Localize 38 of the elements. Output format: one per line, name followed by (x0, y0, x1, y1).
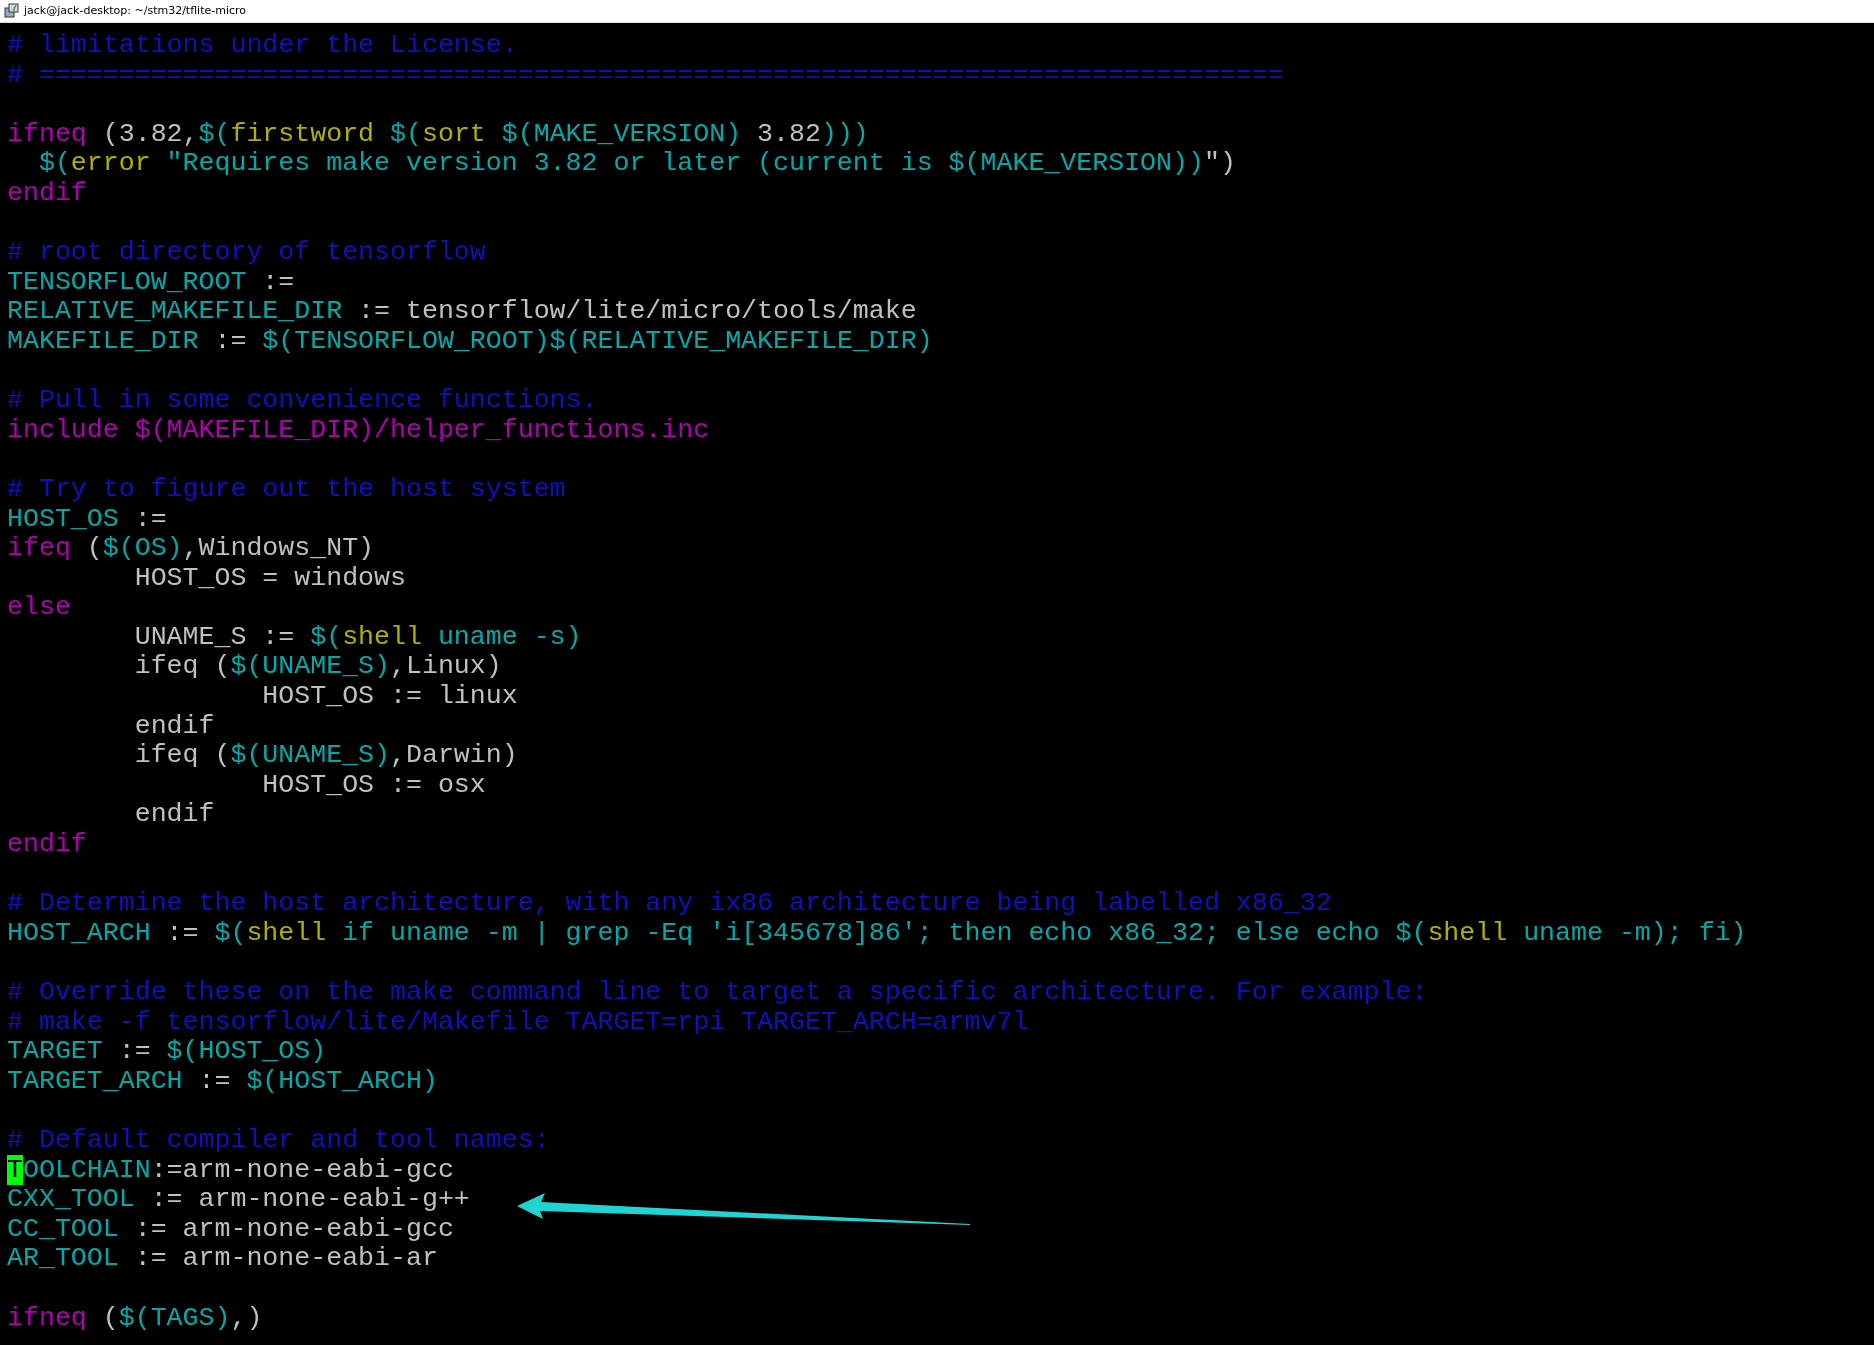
code-line: # root directory of tensorflow (7, 238, 486, 268)
code-line: ifeq ($(UNAME_S),Darwin) (133, 741, 518, 771)
code-line: HOST_OS := (7, 504, 167, 535)
terminal-app-icon (4, 3, 20, 19)
code-line: ifneq ($(TAGS),) (7, 1303, 263, 1334)
code-line: TARGET_ARCH := $(HOST_ARCH) (7, 1066, 438, 1097)
code-line: # make -f tensorflow/lite/Makefile TARGET=rpi TARGET_ARCH=armv7l (7, 1007, 1029, 1038)
code-line: endif (133, 800, 215, 831)
code-line: endif (7, 830, 87, 860)
code-line: # Default compiler and tool names: (7, 1125, 550, 1156)
code-line: include $(MAKEFILE_DIR)/helper_functions.inc (7, 415, 710, 446)
code-line: HOST_OS = windows (133, 563, 406, 594)
code-line: ifeq ($(OS),Windows_NT) (7, 534, 375, 564)
code-line: ifneq (3.82,$(firstword $(sort $(MAKE_VERSION) 3.82))) (7, 119, 869, 150)
code-line: ifeq ($(UNAME_S),Linux) (133, 652, 502, 683)
code-line: HOST_OS := linux (261, 682, 518, 712)
code-line: # Determine the host architecture, with any ix86 architecture being labelled x86_32 (7, 889, 1332, 919)
code-line: CC_TOOL := arm-none-eabi-gcc (7, 1214, 454, 1245)
code-line: endif (7, 178, 87, 209)
code-line: # Try to figure out the host system (7, 474, 566, 505)
code-line: endif (133, 711, 215, 742)
code-line: else (7, 593, 71, 623)
code-line: # Pull in some convenience functions. (7, 386, 598, 416)
code-line: CXX_TOOL := arm-none-eabi-g++ (7, 1185, 470, 1215)
code-line: # limitations under the License. (7, 31, 518, 61)
code-line: MAKEFILE_DIR := $(TENSORFLOW_ROOT)$(RELATIVE_MAKEFILE_DIR) (7, 326, 933, 357)
code-line: $(error "Requires make version 3.82 or later (current is $(MAKE_VERSION))") (37, 149, 1236, 179)
code-line: TARGET := $(HOST_OS) (7, 1037, 327, 1067)
code-line: AR_TOOL := arm-none-eabi-ar (7, 1244, 438, 1274)
code-line: # ============================================================================== (7, 60, 1284, 91)
code-line: # Override these on the make command line to target a specific architecture. For example: (7, 978, 1428, 1008)
code-line: RELATIVE_MAKEFILE_DIR := tensorflow/lite/micro/tools/make (7, 297, 917, 327)
code-line: HOST_ARCH := $(shell if uname -m | grep -Eq 'i[345678]86'; then echo x86_32; else echo $(shell uname -m); fi) (7, 918, 1747, 949)
window-title: jack@jack-desktop: ~/stm32/tflite-micro (24, 2, 247, 19)
code-line: TENSORFLOW_ROOT := (7, 267, 295, 298)
code-line: TOOLCHAIN:=arm-none-eabi-gcc (7, 1155, 454, 1186)
code-line: HOST_OS := osx (261, 770, 486, 801)
code-line: UNAME_S := $(shell uname -s) (133, 622, 582, 653)
